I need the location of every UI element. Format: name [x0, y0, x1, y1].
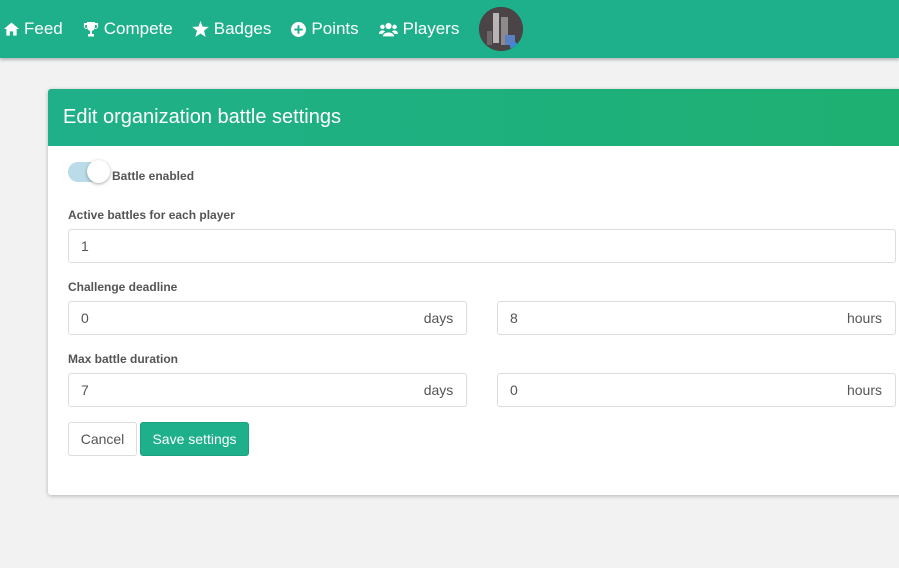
max-duration-hours-input[interactable]: 0 — [497, 373, 835, 407]
challenge-deadline-hours-unit: hours — [834, 301, 896, 335]
nav-players[interactable]: Players — [378, 0, 460, 58]
nav-badges[interactable]: Badges — [191, 0, 272, 58]
nav-points[interactable]: Points — [291, 0, 359, 58]
max-duration-days-unit: days — [411, 373, 467, 407]
top-navbar: Feed Compete Badges Points Players — [0, 0, 899, 58]
challenge-deadline-days-unit: days — [411, 301, 467, 335]
card-title: Edit organization battle settings — [63, 106, 341, 128]
avatar[interactable] — [479, 7, 524, 51]
cancel-button[interactable]: Cancel — [68, 422, 137, 456]
trophy-icon — [83, 21, 98, 36]
nav-feed-label: Feed — [24, 19, 63, 38]
users-icon — [378, 22, 398, 36]
plus-circle-icon — [291, 21, 307, 37]
nav-players-label: Players — [402, 19, 460, 38]
battle-enabled-toggle[interactable] — [68, 160, 110, 183]
challenge-deadline-days-input[interactable]: 0 — [68, 301, 412, 335]
battle-enabled-row: Battle enabled — [68, 160, 195, 183]
nav-badges-label: Badges — [213, 19, 272, 38]
nav-feed[interactable]: Feed — [4, 0, 63, 58]
battle-settings-card: Edit organization battle settings Battle… — [48, 89, 899, 495]
nav-points-label: Points — [311, 19, 359, 38]
star-icon — [191, 21, 209, 37]
card-header: Edit organization battle settings — [48, 89, 899, 146]
nav-compete-label: Compete — [103, 19, 173, 38]
save-settings-button[interactable]: Save settings — [140, 422, 249, 456]
challenge-deadline-label: Challenge deadline — [68, 280, 178, 294]
nav-compete[interactable]: Compete — [83, 0, 173, 58]
max-duration-hours-unit: hours — [834, 373, 896, 407]
battle-enabled-label: Battle enabled — [112, 169, 195, 183]
home-icon — [4, 22, 19, 36]
active-battles-input[interactable]: 1 — [68, 229, 896, 263]
max-duration-days-input[interactable]: 7 — [68, 373, 412, 407]
toggle-knob — [87, 160, 110, 183]
max-duration-label: Max battle duration — [68, 352, 179, 366]
active-battles-label: Active battles for each player — [68, 208, 235, 222]
challenge-deadline-hours-input[interactable]: 8 — [497, 301, 835, 335]
